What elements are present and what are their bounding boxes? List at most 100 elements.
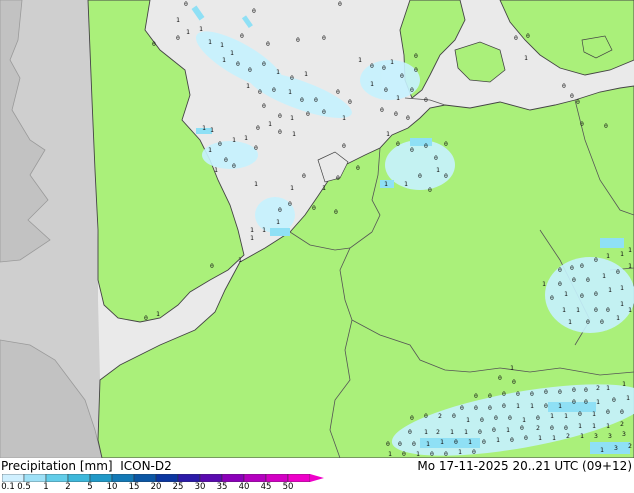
precip-value-label: 0 — [258, 88, 262, 96]
precip-value-label: 0 — [594, 306, 598, 314]
precip-value-label: 2 — [596, 384, 600, 392]
precip-value-label: 0 — [306, 110, 310, 118]
precip-value-label: 1 — [358, 56, 362, 64]
precip-value-label: 0 — [482, 438, 486, 446]
precip-value-label: 1 — [186, 28, 190, 36]
precip-value-label: 1 — [516, 402, 520, 410]
precip-value-label: 2 — [438, 412, 442, 420]
precip-value-label: 0 — [524, 434, 528, 442]
scale-tick-label: 40 — [238, 482, 250, 492]
precip-value-label: 0 — [488, 404, 492, 412]
precip-value-label: 0 — [444, 140, 448, 148]
scale-segment — [2, 474, 25, 482]
precip-value-label: 0 — [510, 436, 514, 444]
scale-tick-label: 20 — [150, 482, 162, 492]
precip-value-label: 0 — [236, 60, 240, 68]
precip-value-label: 2 — [566, 432, 570, 440]
precip-value-label: 0 — [498, 374, 502, 382]
precip-value-label: 0 — [604, 122, 608, 130]
precip-value-label: 0 — [254, 144, 258, 152]
color-scale-labels: 0.1 0.5 1 2 5 10 15 20 25 30 35 40 45 50 — [0, 483, 634, 493]
precip-value-label: 1 — [214, 166, 218, 174]
precip-value-label: 0 — [578, 410, 582, 418]
precip-value-label: 1 — [620, 250, 624, 258]
precip-value-label: 0 — [434, 154, 438, 162]
precip-value-label: 1 — [626, 394, 630, 402]
precip-value-label: 1 — [622, 380, 626, 388]
precip-value-label: 0 — [594, 290, 598, 298]
precip-value-label: 1 — [564, 290, 568, 298]
scale-tick-label: 2 — [65, 482, 71, 492]
precip-value-label: 0 — [564, 424, 568, 432]
precip-value-label: 1 — [199, 25, 203, 33]
precip-value-label: 2 — [436, 428, 440, 436]
precip-value-label: 0 — [570, 92, 574, 100]
scale-segment — [67, 474, 91, 482]
precip-value-label: 0 — [472, 448, 476, 456]
precip-value-label: 0 — [558, 388, 562, 396]
precip-value-label: 0 — [396, 140, 400, 148]
precip-value-label: 0 — [386, 440, 390, 448]
precip-value-label: 0 — [406, 114, 410, 122]
precip-value-label: 0 — [424, 96, 428, 104]
precip-value-label: 1 — [426, 440, 430, 448]
precip-value-label: 1 — [606, 252, 610, 260]
precip-value-label: 1 — [156, 310, 160, 318]
precip-value-label: 0 — [444, 172, 448, 180]
precip-value-label: 3 — [594, 432, 598, 440]
precip-value-label: 1 — [496, 436, 500, 444]
precip-value-label: 0 — [224, 156, 228, 164]
precip-value-label: 1 — [510, 364, 514, 372]
precip-value-label: 0 — [480, 416, 484, 424]
precip-value-label: 0 — [302, 172, 306, 180]
precip-value-label: 1 — [210, 126, 214, 134]
precip-value-label: 1 — [254, 180, 258, 188]
scale-segment — [177, 474, 201, 482]
precip-value-label: 1 — [602, 272, 606, 280]
precip-value-label: 1 — [628, 246, 632, 254]
legend-variable: Precipitation [mm] — [1, 459, 113, 473]
precip-value-label: 0 — [410, 86, 414, 94]
precip-value-label: 0 — [586, 276, 590, 284]
precip-value-label: 0 — [600, 318, 604, 326]
precip-value-label: 0 — [408, 428, 412, 436]
precip-value-label: 0 — [382, 64, 386, 72]
precip-value-label: 0 — [356, 164, 360, 172]
valid-time: Mo 17-11-2025 20..21 UTC (09+12) — [417, 459, 632, 473]
precip-value-label: 1 — [396, 94, 400, 102]
scale-tick-label: 50 — [282, 482, 294, 492]
precip-value-label: 1 — [530, 402, 534, 410]
precip-value-label: 0 — [492, 426, 496, 434]
precip-value-label: 1 — [386, 130, 390, 138]
precip-value-label: 0 — [336, 174, 340, 182]
scale-segment — [155, 474, 179, 482]
precip-value-label: 1 — [370, 80, 374, 88]
precip-value-label: 0 — [584, 386, 588, 394]
precip-value-label: 0 — [184, 0, 188, 8]
scale-segment — [133, 474, 157, 482]
scale-segment — [221, 474, 245, 482]
scale-segment — [265, 474, 289, 482]
precip-value-label: 1 — [304, 70, 308, 78]
precip-value-label: 0 — [210, 262, 214, 270]
precip-value-label: 0 — [278, 112, 282, 120]
precip-value-label: 1 — [384, 180, 388, 188]
precip-value-label: 1 — [232, 136, 236, 144]
precip-value-label: 0 — [478, 428, 482, 436]
precip-value-label: 1 — [580, 432, 584, 440]
precip-value-label: 0 — [620, 408, 624, 416]
precip-value-label: 0 — [576, 98, 580, 106]
precip-value-label: 0 — [572, 398, 576, 406]
precip-value-label: 0 — [430, 450, 434, 458]
precip-value-label: 3 — [622, 430, 626, 438]
precip-value-label: 0 — [152, 40, 156, 48]
precip-value-label: 1 — [596, 398, 600, 406]
scale-tick-label: 10 — [106, 482, 118, 492]
precip-value-label: 1 — [176, 16, 180, 24]
precip-value-label: 1 — [524, 54, 528, 62]
precip-value-label: 0 — [520, 424, 524, 432]
precip-value-label: 1 — [550, 412, 554, 420]
precip-value-label: 0 — [288, 200, 292, 208]
scale-tick-label: 45 — [260, 482, 272, 492]
precip-value-label: 0 — [218, 140, 222, 148]
